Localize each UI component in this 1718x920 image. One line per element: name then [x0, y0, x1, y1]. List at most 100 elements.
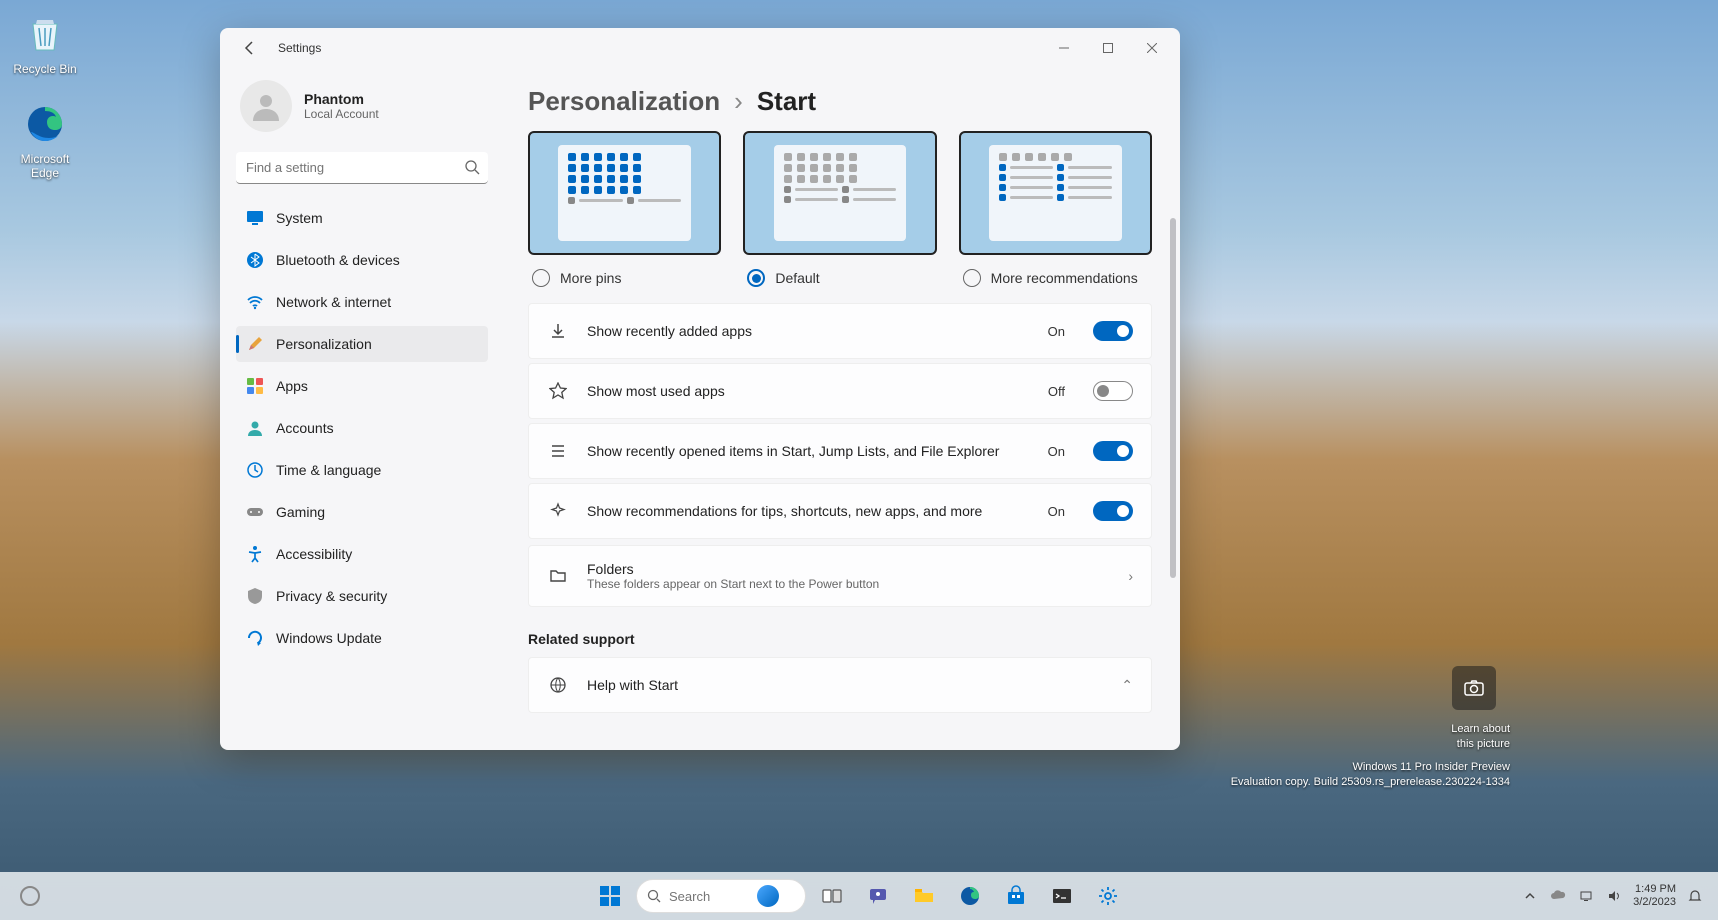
profile-block[interactable]: Phantom Local Account — [236, 68, 488, 142]
search-icon — [647, 889, 661, 903]
scrollbar[interactable] — [1170, 218, 1176, 736]
spotlight-camera-button[interactable] — [1452, 666, 1496, 710]
radio-icon — [532, 269, 550, 287]
setting-subtitle: These folders appear on Start next to th… — [587, 577, 1110, 591]
layout-default[interactable]: Default — [743, 131, 936, 287]
nav-system[interactable]: System — [236, 200, 488, 236]
store-button[interactable] — [996, 876, 1036, 916]
setting-label: Show recently added apps — [587, 323, 752, 339]
nav-windows-update[interactable]: Windows Update — [236, 620, 488, 656]
setting-label: Show most used apps — [587, 383, 725, 399]
setting-folders[interactable]: Folders These folders appear on Start ne… — [528, 545, 1152, 607]
download-icon — [547, 322, 569, 340]
clock-date: 3/2/2023 — [1633, 896, 1676, 909]
help-with-start[interactable]: Help with Start ⌃ — [528, 657, 1152, 713]
nav-label: Bluetooth & devices — [276, 252, 400, 268]
close-button[interactable] — [1130, 32, 1174, 64]
star-icon — [547, 382, 569, 400]
task-view-button[interactable] — [812, 876, 852, 916]
content-area: Personalization › Start Mor — [500, 68, 1180, 750]
radio-icon-selected — [747, 269, 765, 287]
layout-preview — [528, 131, 721, 255]
toggle-switch[interactable] — [1093, 381, 1133, 401]
nav-label: Network & internet — [276, 294, 391, 310]
radio-icon — [963, 269, 981, 287]
monitor-icon — [246, 209, 264, 227]
toggle-state: On — [1048, 444, 1065, 459]
nav-bluetooth[interactable]: Bluetooth & devices — [236, 242, 488, 278]
nav-label: Personalization — [276, 336, 372, 352]
chat-button[interactable] — [858, 876, 898, 916]
related-support-heading: Related support — [528, 631, 1152, 647]
accessibility-icon — [246, 545, 264, 563]
nav-apps[interactable]: Apps — [236, 368, 488, 404]
notifications-icon[interactable] — [1686, 887, 1704, 905]
network-tray-icon[interactable] — [1577, 887, 1595, 905]
taskbar-clock[interactable]: 1:49 PM 3/2/2023 — [1633, 883, 1676, 909]
start-button[interactable] — [590, 876, 630, 916]
back-button[interactable] — [236, 34, 264, 62]
widgets-button[interactable] — [10, 876, 50, 916]
edge-button[interactable] — [950, 876, 990, 916]
nav-accounts[interactable]: Accounts — [236, 410, 488, 446]
toggle-switch[interactable] — [1093, 441, 1133, 461]
setting-label: Show recommendations for tips, shortcuts… — [587, 503, 982, 519]
toggle-switch[interactable] — [1093, 321, 1133, 341]
title-bar: Settings — [220, 28, 1180, 68]
nav-network[interactable]: Network & internet — [236, 284, 488, 320]
nav-label: Privacy & security — [276, 588, 387, 604]
settings-search-input[interactable] — [236, 152, 488, 184]
setting-most-used: Show most used apps Off — [528, 363, 1152, 419]
breadcrumb-separator: › — [734, 86, 743, 117]
nav-label: Accounts — [276, 420, 334, 436]
nav-time-language[interactable]: Time & language — [236, 452, 488, 488]
bluetooth-icon — [246, 251, 264, 269]
settings-window: Settings Phantom Local Account — [220, 28, 1180, 750]
setting-recent-items: Show recently opened items in Start, Jum… — [528, 423, 1152, 479]
taskbar-search-input[interactable] — [669, 889, 749, 904]
sparkle-icon — [547, 502, 569, 520]
layout-more-recommendations[interactable]: More recommendations — [959, 131, 1152, 287]
nav-gaming[interactable]: Gaming — [236, 494, 488, 530]
person-icon — [246, 419, 264, 437]
settings-button[interactable] — [1088, 876, 1128, 916]
toggle-state: On — [1048, 504, 1065, 519]
profile-name: Phantom — [304, 91, 379, 107]
breadcrumb-current: Start — [757, 86, 816, 117]
desktop-icon-edge[interactable]: Microsoft Edge — [5, 100, 85, 180]
folder-icon — [547, 567, 569, 585]
layout-label: More pins — [560, 270, 621, 286]
terminal-button[interactable] — [1042, 876, 1082, 916]
help-label: Help with Start — [587, 677, 678, 693]
wifi-icon — [246, 293, 264, 311]
update-icon — [246, 629, 264, 647]
setting-recently-added: Show recently added apps On — [528, 303, 1152, 359]
settings-search[interactable] — [236, 152, 488, 184]
nav-label: Gaming — [276, 504, 325, 520]
edge-icon — [21, 100, 69, 148]
tray-chevron-icon[interactable] — [1521, 887, 1539, 905]
layout-label: More recommendations — [991, 270, 1138, 286]
volume-icon[interactable] — [1605, 887, 1623, 905]
onedrive-icon[interactable] — [1549, 887, 1567, 905]
desktop-icon-recycle-bin[interactable]: Recycle Bin — [5, 10, 85, 76]
build-watermark: Windows 11 Pro Insider Preview Evaluatio… — [1231, 760, 1510, 790]
breadcrumb-parent[interactable]: Personalization — [528, 86, 720, 117]
minimize-button[interactable] — [1042, 32, 1086, 64]
maximize-button[interactable] — [1086, 32, 1130, 64]
taskbar-search[interactable] — [636, 879, 806, 913]
globe-icon — [547, 676, 569, 694]
window-title: Settings — [278, 41, 321, 55]
setting-label: Folders — [587, 561, 1110, 577]
toggle-switch[interactable] — [1093, 501, 1133, 521]
layout-more-pins[interactable]: More pins — [528, 131, 721, 287]
bing-chat-icon[interactable] — [757, 885, 779, 907]
layout-preview — [959, 131, 1152, 255]
nav-accessibility[interactable]: Accessibility — [236, 536, 488, 572]
spotlight-caption[interactable]: Learn about this picture — [1451, 722, 1510, 752]
file-explorer-button[interactable] — [904, 876, 944, 916]
nav-privacy[interactable]: Privacy & security — [236, 578, 488, 614]
nav-label: Time & language — [276, 462, 381, 478]
breadcrumb: Personalization › Start — [528, 86, 1152, 117]
nav-personalization[interactable]: Personalization — [236, 326, 488, 362]
